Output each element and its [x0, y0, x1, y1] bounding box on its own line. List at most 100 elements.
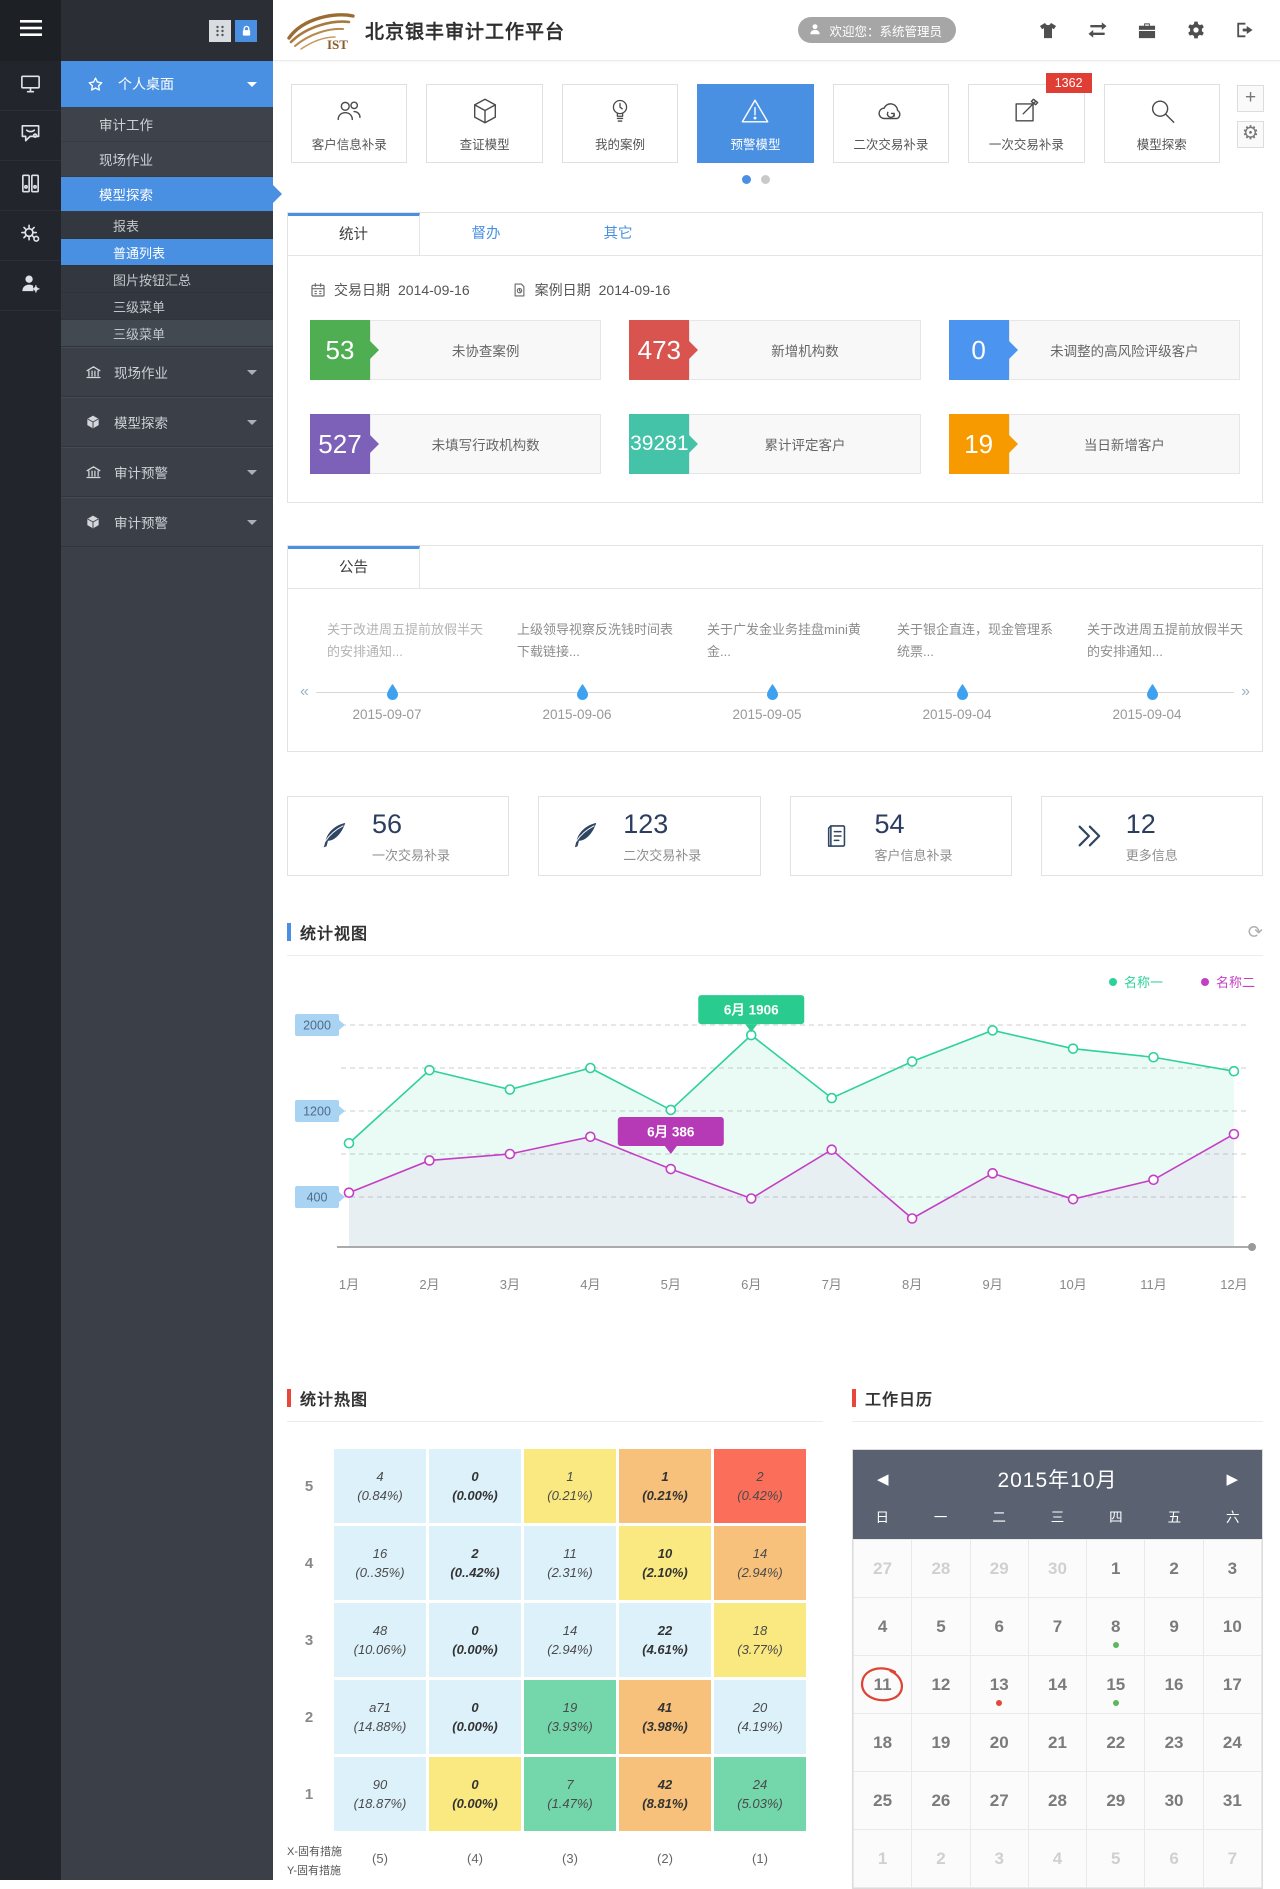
announcement-item[interactable]: 关于改进周五提前放假半天的安排通知...	[1060, 619, 1250, 667]
data-point[interactable]	[826, 1144, 838, 1155]
tab-other[interactable]: 其它	[552, 213, 684, 255]
data-point[interactable]	[1148, 1174, 1159, 1186]
rail-item-archive[interactable]	[0, 161, 61, 211]
announcement-item[interactable]: 上级领导视察反洗钱时间表下载链接...	[490, 619, 680, 667]
heatmap-cell[interactable]: 16 (0..35%)	[334, 1526, 426, 1600]
calendar-day[interactable]: 25	[854, 1772, 912, 1829]
data-point[interactable]	[745, 1193, 757, 1204]
swap-arrows-icon[interactable]	[1087, 21, 1108, 39]
data-point[interactable]	[665, 1104, 677, 1116]
sidebar-lock-button[interactable]	[235, 20, 257, 42]
sidebar-item-personal-desktop[interactable]: 个人桌面	[61, 61, 273, 107]
calendar-day[interactable]: 6	[970, 1598, 1028, 1655]
data-point[interactable]	[906, 1213, 918, 1224]
calendar-day[interactable]: 7	[1028, 1598, 1087, 1655]
data-point[interactable]	[504, 1148, 516, 1160]
calendar-day[interactable]: 29	[970, 1540, 1028, 1597]
calendar-day[interactable]: 15	[1087, 1656, 1145, 1713]
data-point[interactable]	[987, 1168, 998, 1179]
line-chart[interactable]: 2000 1200 400 1月 2月 3月 4月 5月 6月 7月 8月 9月 10月 11月 12月 6月…	[287, 995, 1263, 1330]
heatmap-cell[interactable]: 20 (4.19%)	[714, 1680, 806, 1754]
calendar-day[interactable]: 21	[1028, 1714, 1087, 1771]
stat-total-rated-customers[interactable]: 39281 累计评定客户	[629, 414, 921, 474]
calendar-day[interactable]: 3	[970, 1830, 1028, 1887]
toolbar-card-second-supplement[interactable]: 二次交易补录	[832, 84, 950, 163]
rail-item-settings[interactable]	[0, 211, 61, 261]
heatmap-cell[interactable]: 41 (3.98%)	[619, 1680, 711, 1754]
prev-month-button[interactable]: ◀	[877, 1470, 897, 1488]
hamburger-menu-button[interactable]	[0, 0, 61, 61]
calendar-day[interactable]: 17	[1203, 1656, 1261, 1713]
data-point[interactable]	[906, 1056, 918, 1067]
pager-dot[interactable]	[760, 175, 770, 184]
sidebar-subitem-plain-list[interactable]: 普通列表	[61, 239, 273, 266]
heatmap-cell[interactable]: 0 (0.00%)	[429, 1757, 521, 1831]
heatmap-cell[interactable]: 14 (2.94%)	[714, 1526, 806, 1600]
toolbar-settings-button[interactable]: ⚙	[1237, 121, 1264, 148]
calendar-day[interactable]: 24	[1203, 1714, 1261, 1771]
sidebar-item-model-explore[interactable]: 模型探索	[61, 177, 282, 212]
calendar-day[interactable]: 1	[854, 1830, 912, 1887]
heatmap-cell[interactable]: 0 (0.00%)	[429, 1680, 521, 1754]
heatmap-cell[interactable]: 0 (0.00%)	[429, 1603, 521, 1677]
calendar-day[interactable]: 28	[912, 1540, 970, 1597]
stat-unadjusted-high-risk[interactable]: 0 未调整的高风险评级客户	[948, 320, 1240, 380]
sidebar-group-audit-alert-2[interactable]: 审计预警	[61, 497, 273, 547]
heatmap-cell[interactable]: 11 (2.31%)	[524, 1526, 616, 1600]
calendar-day[interactable]: 30	[1028, 1540, 1087, 1597]
data-point[interactable]	[343, 1187, 355, 1198]
add-button[interactable]: +	[1237, 85, 1264, 112]
tshirt-icon[interactable]	[1038, 21, 1058, 40]
heatmap-cell[interactable]: 19 (3.93%)	[524, 1680, 616, 1754]
heatmap-cell[interactable]: 4 (0.84%)	[334, 1449, 426, 1523]
heatmap-cell[interactable]: 7 (1.47%)	[524, 1757, 616, 1831]
toolbar-card-my-cases[interactable]: 我的案例	[561, 84, 679, 163]
calendar-day[interactable]: 26	[912, 1772, 970, 1829]
tab-supervise[interactable]: 督办	[420, 213, 552, 255]
sidebar-subitem-level3-menu-2[interactable]: 三级菜单	[61, 320, 273, 347]
legend-series-1[interactable]: 名称一	[1108, 972, 1163, 991]
heatmap-cell[interactable]: 48 (10.06%)	[334, 1603, 426, 1677]
legend-series-2[interactable]: 名称二	[1200, 972, 1255, 991]
calendar-day[interactable]: 20	[970, 1714, 1028, 1771]
data-point[interactable]	[1228, 1128, 1240, 1140]
calendar-day[interactable]: 14	[1028, 1656, 1087, 1713]
tab-statistics[interactable]: 统计	[288, 213, 420, 255]
toolbar-card-customer-info[interactable]: 客户信息补录	[291, 84, 408, 163]
calendar-day[interactable]: 13	[970, 1656, 1028, 1713]
refresh-icon[interactable]: ⟳	[1248, 922, 1263, 943]
calendar-day[interactable]: 1	[1087, 1540, 1145, 1597]
announcement-item[interactable]: 关于银企直连，现金管理系统票...	[870, 619, 1060, 667]
calendar-day[interactable]: 22	[1087, 1714, 1145, 1771]
data-point[interactable]	[826, 1092, 838, 1104]
calendar-day[interactable]: 4	[854, 1598, 912, 1655]
calendar-day[interactable]: 16	[1145, 1656, 1203, 1713]
logout-icon[interactable]	[1235, 21, 1254, 39]
toolbar-card-model-explore[interactable]: 模型探索	[1103, 84, 1220, 163]
heatmap-cell[interactable]: 42 (8.81%)	[619, 1757, 711, 1831]
stat-unassisted-cases[interactable]: 53 未协查案例	[310, 320, 602, 380]
heatmap-cell[interactable]: 14 (2.94%)	[524, 1603, 616, 1677]
calendar-day[interactable]: 18	[854, 1714, 912, 1771]
calendar-day[interactable]: 4	[1028, 1830, 1087, 1887]
toolbar-card-verify-model[interactable]: 查证模型	[426, 84, 543, 163]
heatmap-cell[interactable]: 22 (4.61%)	[619, 1603, 711, 1677]
announcement-item[interactable]: 关于改进周五提前放假半天的安排通知...	[300, 619, 490, 667]
sidebar-group-audit-alert-1[interactable]: 审计预警	[61, 447, 273, 497]
sidebar-grid-toggle-button[interactable]	[209, 20, 231, 42]
calendar-day[interactable]: 27	[970, 1772, 1028, 1829]
heatmap-cell[interactable]: 90 (18.87%)	[334, 1757, 426, 1831]
calendar-day[interactable]: 9	[1145, 1598, 1203, 1655]
data-point[interactable]	[424, 1064, 435, 1076]
heatmap-cell[interactable]: 10 (2.10%)	[619, 1526, 711, 1600]
sidebar-group-model-explore[interactable]: 模型探索	[61, 397, 273, 447]
data-point[interactable]	[1228, 1065, 1240, 1077]
calendar-day[interactable]: 5	[1087, 1830, 1145, 1887]
calendar-day[interactable]: 30	[1145, 1772, 1203, 1829]
calendar-day[interactable]: 19	[912, 1714, 970, 1771]
calendar-day[interactable]: 7	[1203, 1830, 1261, 1887]
calendar-day[interactable]: 23	[1145, 1714, 1203, 1771]
data-point[interactable]	[343, 1137, 355, 1149]
toolbar-card-first-supplement[interactable]: 1362 一次交易补录	[968, 73, 1092, 163]
summary-card-more-info[interactable]: 12 更多信息	[1040, 796, 1263, 876]
